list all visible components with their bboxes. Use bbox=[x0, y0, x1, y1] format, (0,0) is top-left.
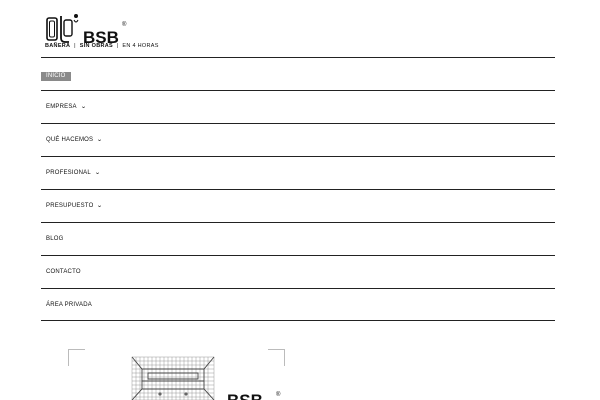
nav-item-label: EMPRESA bbox=[46, 104, 77, 110]
nav-item-label: PRESUPUESTO bbox=[46, 203, 94, 209]
tagline-part-3: EN 4 HORAS bbox=[122, 43, 159, 49]
chevron-down-icon: ⌄ bbox=[80, 104, 87, 110]
bathtub-logo-icon bbox=[46, 14, 79, 43]
nav-item-que-hacemos[interactable]: QUÉ HACEMOS ⌄ bbox=[41, 123, 555, 156]
page: BSB ® BAÑERA | SIN OBRAS | EN 4 HORAS IN… bbox=[0, 0, 600, 400]
tagline-separator: | bbox=[74, 43, 76, 49]
chevron-down-icon: ⌄ bbox=[96, 137, 103, 143]
nav-item-presupuesto[interactable]: PRESUPUESTO ⌄ bbox=[41, 189, 555, 222]
tagline-separator: | bbox=[116, 43, 119, 49]
nav-item-contacto[interactable]: CONTACTO bbox=[41, 255, 555, 288]
nav-item-blog[interactable]: BLOG bbox=[41, 222, 555, 255]
main-nav: INICIO EMPRESA ⌄ QUÉ HACEMOS ⌄ PROFESION… bbox=[41, 57, 555, 321]
nav-item-label: PROFESIONAL bbox=[46, 170, 91, 176]
brand-tagline: BAÑERA | SIN OBRAS | EN 4 HORAS bbox=[45, 43, 159, 49]
nav-item-label: BLOG bbox=[46, 236, 64, 242]
brand-name-bottom: BSB bbox=[227, 392, 263, 400]
chevron-down-icon: ⌄ bbox=[96, 203, 104, 209]
nav-item-label: ÁREA PRIVADA bbox=[46, 301, 92, 308]
nav-item-profesional[interactable]: PROFESIONAL ⌄ bbox=[41, 156, 555, 189]
registered-mark: ® bbox=[122, 22, 127, 28]
tagline-part-2: SIN OBRAS bbox=[79, 43, 113, 49]
nav-item-area-privada[interactable]: ÁREA PRIVADA bbox=[41, 288, 555, 321]
nav-item-label: INICIO bbox=[41, 72, 71, 81]
registered-mark-bottom: ® bbox=[276, 392, 281, 398]
nav-item-empresa[interactable]: EMPRESA ⌄ bbox=[41, 90, 555, 123]
nav-item-inicio[interactable]: INICIO bbox=[41, 57, 555, 90]
chevron-down-icon: ⌄ bbox=[94, 170, 101, 176]
tagline-part-1: BAÑERA bbox=[45, 43, 71, 49]
nav-item-label: QUÉ HACEMOS bbox=[46, 137, 94, 143]
nav-item-label: CONTACTO bbox=[46, 269, 81, 275]
